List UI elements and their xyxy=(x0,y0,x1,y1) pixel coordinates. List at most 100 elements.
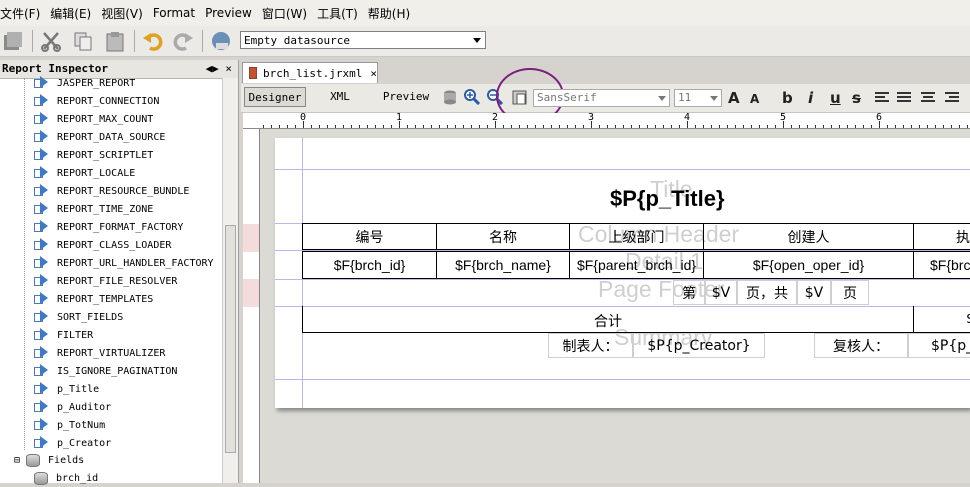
font-family-select[interactable]: SansSerif xyxy=(533,89,670,107)
ruler-tick xyxy=(959,125,960,128)
tree-item-parameter[interactable]: JASPER_REPORT xyxy=(34,74,135,92)
tree-item-parameter[interactable]: REPORT_TEMPLATES xyxy=(34,290,153,308)
header-cell[interactable]: 上级部门 xyxy=(569,223,704,250)
menu-help[interactable]: 帮助(H) xyxy=(368,5,410,22)
detail-field[interactable]: $F{parent_brch_id} xyxy=(569,251,704,279)
tree-item-parameter[interactable]: p_Auditor xyxy=(34,398,111,416)
creator-label[interactable]: 制表人： xyxy=(548,333,633,358)
ruler-tick xyxy=(647,125,648,128)
tree-node-fields[interactable]: ⊟ Fields xyxy=(14,451,84,469)
report-title-field[interactable]: $P{p_Title} xyxy=(610,186,725,212)
footer-text[interactable]: 第 xyxy=(673,280,705,305)
header-cell[interactable]: 创建人 xyxy=(703,223,914,250)
zoom-in-icon[interactable] xyxy=(464,89,480,105)
tree-item-parameter[interactable]: SORT_FIELDS xyxy=(34,308,123,326)
ruler-tick xyxy=(279,125,280,128)
strikethrough-icon[interactable]: s xyxy=(852,89,861,107)
tree-item-label: REPORT_FORMAT_FACTORY xyxy=(57,221,184,233)
panel-controls[interactable]: ◀▶ × xyxy=(206,60,233,78)
decrease-font-icon[interactable]: A xyxy=(750,92,759,106)
cut-icon[interactable] xyxy=(40,30,62,52)
tree-item-parameter[interactable]: REPORT_CONNECTION xyxy=(34,92,159,110)
menu-tools[interactable]: 工具(T) xyxy=(317,5,358,22)
xml-button[interactable]: XML xyxy=(318,87,362,107)
scroll-thumb[interactable] xyxy=(225,225,236,453)
inspector-scrollbar[interactable] xyxy=(222,78,238,483)
ruler-tick xyxy=(519,125,520,128)
footer-total-var[interactable]: $V xyxy=(797,280,831,305)
paste-icon[interactable] xyxy=(104,30,126,52)
menu-file[interactable]: 文件(F) xyxy=(0,5,40,22)
ruler-highlight xyxy=(243,224,259,252)
menu-view[interactable]: 视图(V) xyxy=(101,5,143,22)
tree-item-label: REPORT_CLASS_LOADER xyxy=(57,239,172,251)
tree-item-parameter[interactable]: REPORT_FILE_RESOLVER xyxy=(34,272,177,290)
tree-item-parameter[interactable]: REPORT_LOCALE xyxy=(34,164,135,182)
bold-icon[interactable]: b xyxy=(782,89,793,107)
tree-item-label: p_Creator xyxy=(57,437,112,449)
datasource-select[interactable]: Empty datasource xyxy=(240,31,486,49)
alignment-icons[interactable] xyxy=(875,91,963,105)
ruler-tick xyxy=(887,125,888,128)
tree-item-parameter[interactable]: REPORT_CLASS_LOADER xyxy=(34,236,171,254)
redo-icon[interactable] xyxy=(172,30,194,52)
save-all-icon[interactable] xyxy=(2,30,24,52)
tree-item-parameter[interactable]: REPORT_VIRTUALIZER xyxy=(34,344,165,362)
close-icon[interactable]: × xyxy=(370,67,377,80)
detail-field[interactable]: $F{brch_id} xyxy=(302,251,437,279)
detail-field[interactable]: $F{open_oper_id} xyxy=(703,251,914,279)
ruler-tick xyxy=(935,125,936,128)
tree-item-parameter[interactable]: p_TotNum xyxy=(34,416,105,434)
tree-item-label: IS_IGNORE_PAGINATION xyxy=(57,365,178,377)
menu-preview[interactable]: Preview xyxy=(205,6,252,20)
increase-font-icon[interactable]: A xyxy=(728,89,740,107)
collapse-icon[interactable]: ⊟ xyxy=(14,455,20,466)
footer-text[interactable]: 页，共 xyxy=(737,280,797,305)
tree-item-parameter[interactable]: IS_IGNORE_PAGINATION xyxy=(34,362,177,380)
datasource-icon[interactable] xyxy=(210,30,232,52)
database-icon[interactable] xyxy=(442,89,458,105)
tree-item-parameter[interactable]: REPORT_TIME_ZONE xyxy=(34,200,153,218)
tab-brch-list[interactable]: brch_list.jrxml × xyxy=(242,62,378,83)
copy-icon[interactable] xyxy=(72,30,94,52)
tree-item-field[interactable]: brch_id xyxy=(34,469,98,487)
header-cell[interactable]: 编号 xyxy=(302,223,437,250)
tree-item-parameter[interactable]: REPORT_MAX_COUNT xyxy=(34,110,153,128)
menu-edit[interactable]: 编辑(E) xyxy=(50,5,91,22)
ruler-tick xyxy=(631,125,632,128)
menu-window[interactable]: 窗口(W) xyxy=(262,5,307,22)
band-line xyxy=(275,169,970,170)
undo-icon[interactable] xyxy=(142,30,164,52)
tree-item-parameter[interactable]: p_Title xyxy=(34,380,99,398)
tree-item-parameter[interactable]: p_Creator xyxy=(34,434,111,452)
auditor-label[interactable]: 复核人： xyxy=(814,333,908,358)
creator-field[interactable]: $P{p_Creator} xyxy=(633,333,765,358)
designer-button[interactable]: Designer xyxy=(244,87,306,107)
ruler-tick xyxy=(839,125,840,128)
header-cell[interactable]: 执 xyxy=(913,223,970,250)
footer-text[interactable]: 页 xyxy=(831,280,869,305)
header-cell[interactable]: 名称 xyxy=(436,223,570,250)
ruler-tick xyxy=(855,125,856,128)
tree-item-parameter[interactable]: REPORT_RESOURCE_BUNDLE xyxy=(34,182,189,200)
detail-field[interactable]: $F{brch_name} xyxy=(436,251,570,279)
tree-item-parameter[interactable]: FILTER xyxy=(34,326,93,344)
total-value[interactable]: $ xyxy=(913,306,970,333)
parameter-icon xyxy=(34,130,50,144)
underline-icon[interactable]: u xyxy=(830,89,841,107)
tree-item-parameter[interactable]: REPORT_DATA_SOURCE xyxy=(34,128,165,146)
tree-item-parameter[interactable]: REPORT_FORMAT_FACTORY xyxy=(34,218,183,236)
ruler-tick xyxy=(527,125,528,128)
menu-format[interactable]: Format xyxy=(153,6,195,20)
total-label[interactable]: 合计 xyxy=(302,306,914,333)
ruler-tick xyxy=(823,125,824,128)
auditor-field[interactable]: $P{p_ xyxy=(908,333,970,358)
preview-button[interactable]: Preview xyxy=(378,87,434,107)
italic-icon[interactable]: i xyxy=(808,89,813,107)
footer-page-var[interactable]: $V xyxy=(705,280,737,305)
font-size-select[interactable]: 11 xyxy=(674,89,722,107)
detail-field[interactable]: $F{brc xyxy=(913,251,970,279)
ruler-tick xyxy=(927,125,928,128)
tree-item-parameter[interactable]: REPORT_URL_HANDLER_FACTORY xyxy=(34,254,214,272)
tree-item-parameter[interactable]: REPORT_SCRIPTLET xyxy=(34,146,153,164)
